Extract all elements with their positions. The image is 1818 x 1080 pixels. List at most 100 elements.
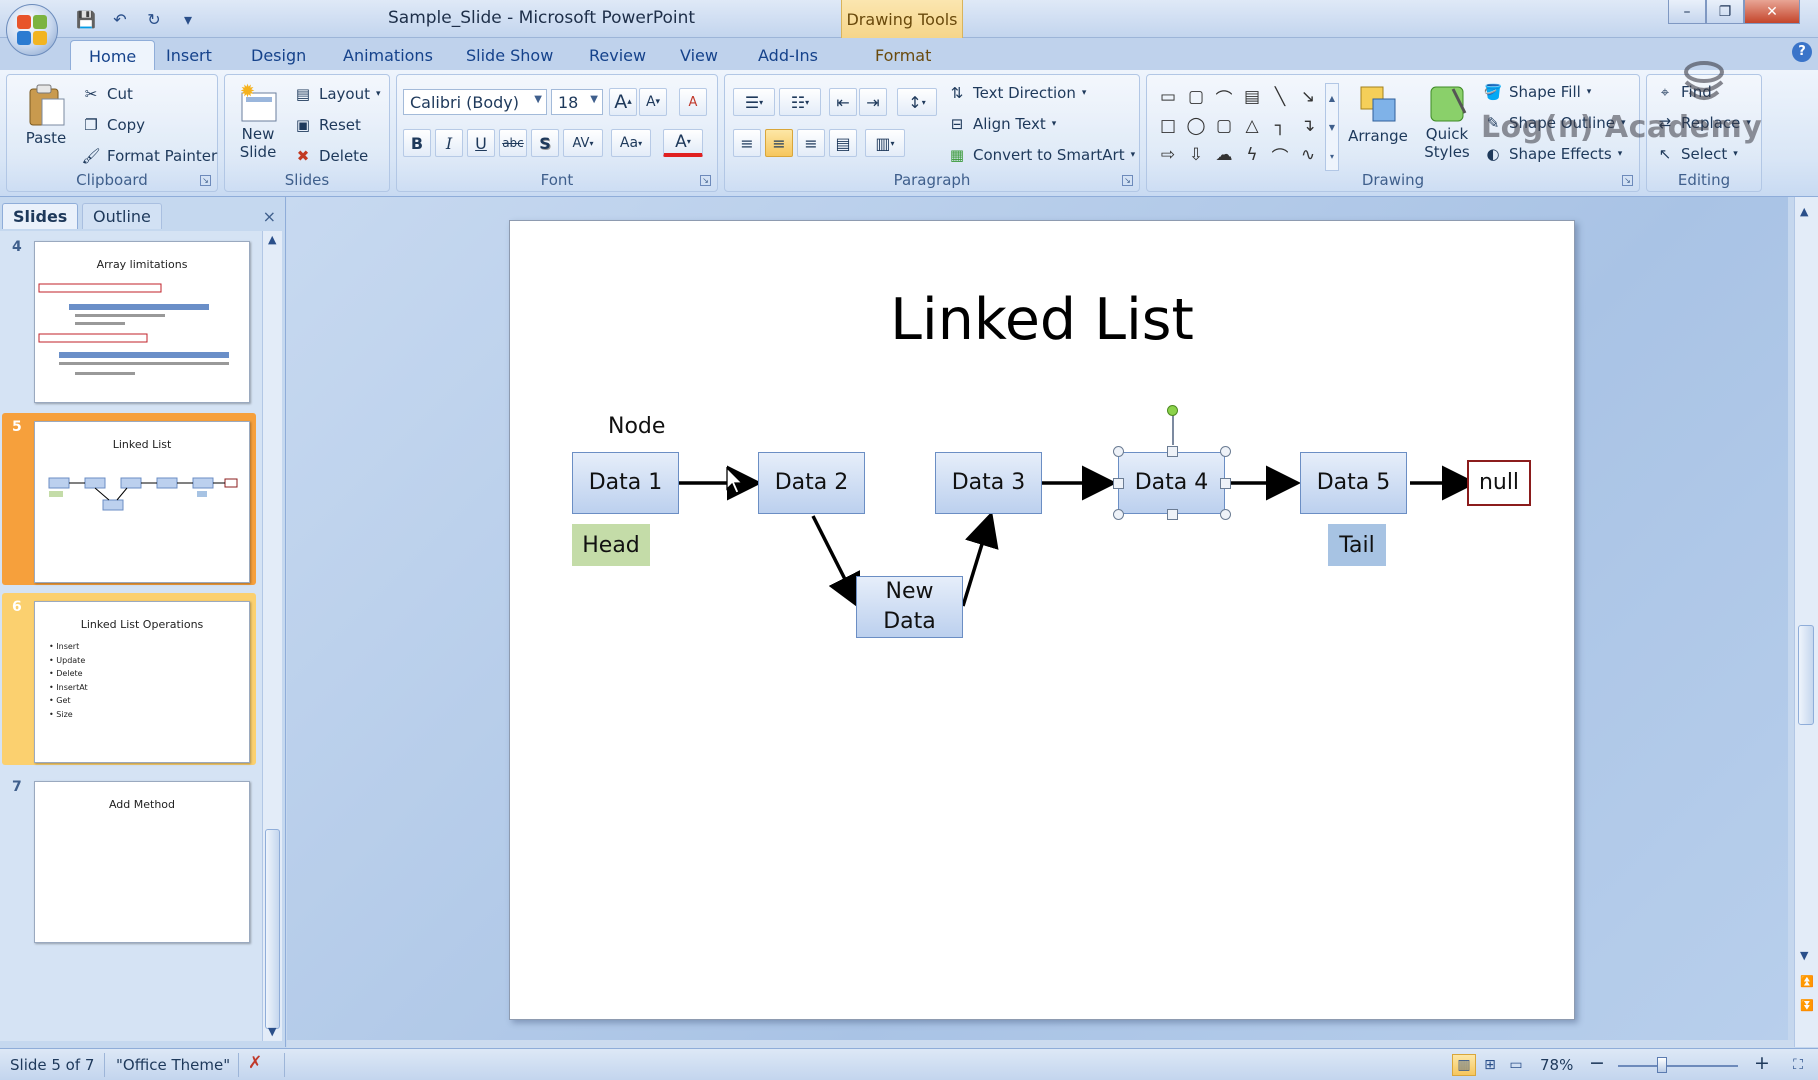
tail-label[interactable]: Tail [1328,524,1386,566]
font-name-combo[interactable]: Calibri (Body) ▼ [403,89,547,115]
redo-icon[interactable]: ↻ [142,8,166,30]
delete-button[interactable]: ✖ Delete [293,147,369,165]
tab-add-ins[interactable]: Add-Ins [758,46,818,65]
next-slide-icon[interactable]: ⏬ [1800,999,1814,1012]
scrollbar-thumb[interactable] [1798,625,1814,725]
resize-handle-top-right[interactable] [1220,446,1231,457]
tab-home[interactable]: Home [70,40,156,71]
resize-handle-top-left[interactable] [1113,446,1124,457]
line-shape-icon[interactable]: ╲ [1269,86,1291,108]
zoom-out-button[interactable]: − [1589,1052,1605,1074]
font-launcher-icon[interactable]: ↘ [700,175,711,186]
thumbnails-scrollbar[interactable]: ▲ ▼ [262,231,282,1041]
drawing-launcher-icon[interactable]: ↘ [1622,175,1633,186]
paste-button[interactable]: Paste [17,83,75,147]
slideshow-view-icon[interactable]: ▭ [1504,1054,1528,1076]
slide-thumbnail-6[interactable]: 6 Linked List Operations Insert Update D… [2,593,256,765]
scrollbar-thumb[interactable] [265,829,280,1029]
bullets-button[interactable]: ☰ ▾ [733,88,775,116]
numbering-button[interactable]: ☷ ▾ [779,88,821,116]
arrow-data2-to-newdata[interactable] [811,515,861,610]
tab-insert[interactable]: Insert [166,46,212,65]
slide-vertical-scrollbar[interactable]: ▲ ▼ ⏫ ⏬ [1794,197,1818,1047]
freeform-shape-icon[interactable]: ∿ [1297,144,1319,166]
change-case-button[interactable]: Aa ▾ [611,129,651,157]
arrow-line-shape-icon[interactable]: ↘ [1297,86,1319,108]
arc-shape-icon[interactable]: ⌒ [1213,86,1235,110]
zoom-slider-knob[interactable] [1657,1057,1667,1073]
minimize-button[interactable]: – [1668,0,1706,24]
align-left-button[interactable]: ≡ [733,129,761,157]
font-color-button[interactable]: A ▾ [663,129,703,157]
grow-font-button[interactable]: A ▴ [609,88,637,116]
strikethrough-button[interactable]: abc [499,129,527,157]
zoom-in-button[interactable]: + [1754,1052,1770,1074]
node-new-data[interactable]: New Data [856,576,963,638]
curve-shape-icon[interactable]: ⌒ [1269,144,1291,168]
text-direction-button[interactable]: ⇅ Text Direction ▾ [947,84,1087,102]
save-icon[interactable]: 💾 [74,8,98,30]
slide-thumbnail-7[interactable]: 7 Add Method [2,773,256,945]
tab-format[interactable]: Format [875,46,931,65]
tab-animations[interactable]: Animations [343,46,433,65]
scroll-down-icon[interactable]: ▼ [268,1025,276,1038]
shrink-font-button[interactable]: A ▾ [639,88,667,116]
clipboard-launcher-icon[interactable]: ↘ [200,175,211,186]
undo-icon[interactable]: ↶ [108,8,132,30]
tab-outline[interactable]: Outline [82,203,162,229]
shape-effects-button[interactable]: ◐ Shape Effects ▾ [1483,145,1622,163]
close-icon[interactable]: × [263,207,276,226]
slide-thumbnail-4[interactable]: 4 Array limitations [2,233,256,405]
right-arrow-shape-icon[interactable]: ⇨ [1157,144,1179,166]
italic-button[interactable]: I [435,129,463,157]
slide-thumbnail-5[interactable]: 5 Linked List [2,413,256,585]
rotation-handle[interactable] [1167,405,1178,416]
slide-sorter-view-icon[interactable]: ⊞ [1478,1054,1502,1076]
new-slide-button[interactable]: ✹ New Slide [233,83,283,161]
node-data-4[interactable]: Data 4 [1118,452,1225,514]
resize-handle-left[interactable] [1113,478,1124,489]
quick-styles-button[interactable]: Quick Styles [1417,83,1477,161]
justify-button[interactable]: ▤ [829,129,857,157]
resize-handle-top[interactable] [1167,446,1178,457]
select-button[interactable]: ↖ Select ▾ [1655,145,1738,163]
font-size-combo[interactable]: 18 ▼ [551,89,603,115]
lightning-shape-icon[interactable]: ϟ [1241,144,1263,166]
character-spacing-button[interactable]: AV ▾ [563,129,603,157]
oval-shape-icon[interactable]: ◯ [1185,115,1207,137]
clear-formatting-button[interactable]: A [679,88,707,116]
head-label[interactable]: Head [572,524,650,566]
resize-handle-right[interactable] [1220,478,1231,489]
resize-handle-bottom[interactable] [1167,509,1178,520]
cut-button[interactable]: ✂ Cut [81,85,133,103]
reset-button[interactable]: ▣ Reset [293,116,361,134]
align-center-button[interactable]: ≡ [765,129,793,157]
fit-to-window-icon[interactable]: ⛶ [1786,1054,1810,1076]
shadow-button[interactable]: S [531,129,559,157]
elbow-connector-shape-icon[interactable]: ┐ [1269,115,1291,137]
rounded-rectangle-shape-icon[interactable]: ▢ [1185,86,1207,108]
office-button[interactable] [6,4,58,56]
copy-button[interactable]: ❐ Copy [81,116,145,134]
tab-design[interactable]: Design [251,46,306,65]
increase-indent-button[interactable]: ⇥ [859,88,887,116]
text-box-shape-icon[interactable]: ▤ [1241,86,1263,108]
underline-button[interactable]: U [467,129,495,157]
zoom-level[interactable]: 78% [1540,1056,1573,1074]
layout-button[interactable]: ▤ Layout ▾ [293,85,381,103]
align-right-button[interactable]: ≡ [797,129,825,157]
node-data-2[interactable]: Data 2 [758,452,865,514]
cloud-shape-icon[interactable]: ☁ [1213,144,1235,166]
slide-canvas[interactable]: Linked List Node Data 1 Data 2 Data 3 Da… [509,220,1575,1020]
shapes-gallery-scroll[interactable]: ▲ ▼ ▾ [1325,83,1339,171]
decrease-indent-button[interactable]: ⇤ [829,88,857,116]
node-data-3[interactable]: Data 3 [935,452,1042,514]
paragraph-launcher-icon[interactable]: ↘ [1122,175,1133,186]
horizontal-scrollbar[interactable] [287,1040,1794,1048]
node-label[interactable]: Node [608,414,665,439]
format-painter-button[interactable]: 🖌 Format Painter [81,147,217,165]
node-null[interactable]: null [1467,460,1531,506]
help-icon[interactable]: ? [1792,42,1812,62]
spelling-check-icon[interactable]: ✗ [248,1053,262,1073]
align-text-button[interactable]: ⊟ Align Text ▾ [947,115,1057,133]
